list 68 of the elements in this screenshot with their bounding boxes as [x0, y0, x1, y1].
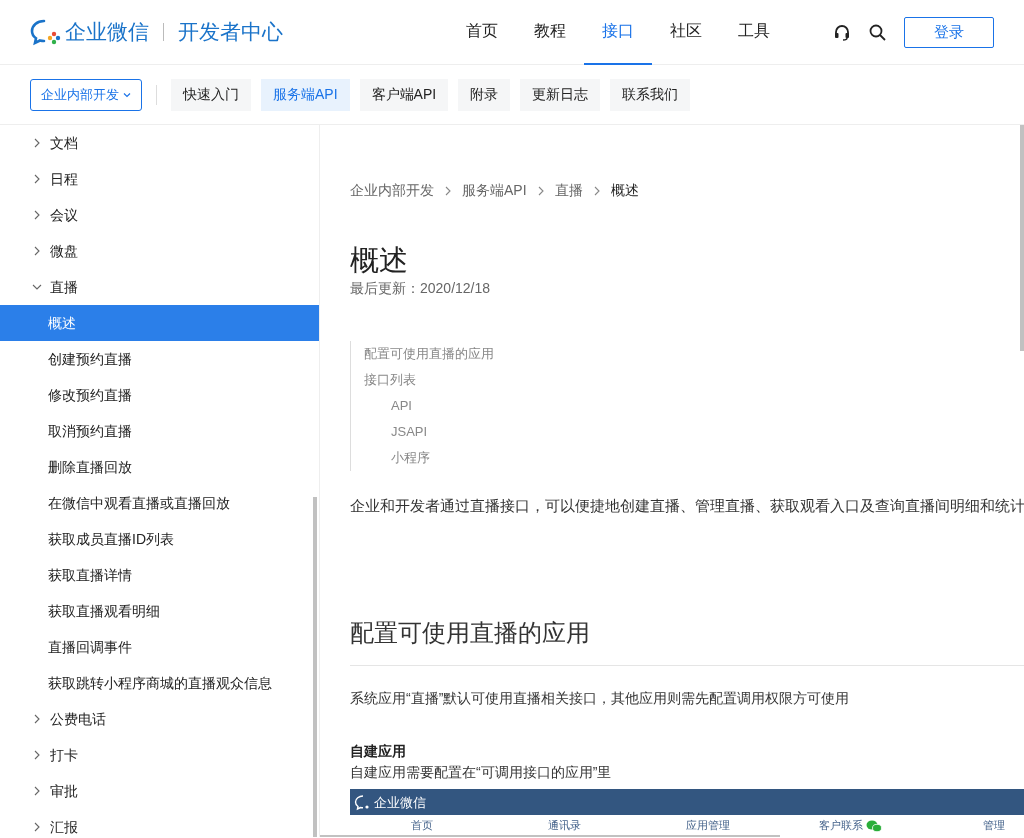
chevron-right-icon — [536, 185, 545, 196]
toc-link[interactable]: API — [391, 397, 412, 413]
toc-link[interactable]: 小程序 — [391, 449, 430, 465]
breadcrumb-item[interactable]: 企业内部开发 — [350, 180, 434, 201]
nav-link[interactable]: 首页 — [448, 0, 516, 65]
chevron-right-icon — [444, 185, 452, 196]
chevron-right-icon — [592, 185, 601, 196]
sidebar-item[interactable]: 打卡 — [50, 744, 78, 766]
headset-icon[interactable] — [833, 23, 851, 41]
tab[interactable]: 联系我们 — [610, 78, 691, 111]
caret-icon — [123, 91, 131, 98]
sidebar-item[interactable]: 获取直播详情 — [0, 557, 319, 593]
sidebar-item[interactable]: 直播回调事件 — [0, 629, 319, 665]
tab[interactable]: 快速入门 — [171, 78, 251, 111]
sidebar-item[interactable]: 在微信中观看直播或直播回放 — [0, 485, 319, 521]
sidebar-item[interactable]: 公费电话 — [50, 708, 106, 730]
chat-bubbles-icon — [866, 818, 882, 832]
paragraph: 企业和开发者通过直播接口，可以便捷地创建直播、管理直播、获取观看入口及查询直播间明细和统计 — [350, 495, 1024, 516]
search-icon[interactable] — [869, 23, 886, 41]
logo-icon — [30, 18, 61, 46]
sidebar-item[interactable]: 修改预约直播 — [0, 377, 319, 413]
toc-link[interactable]: JSAPI — [391, 423, 428, 439]
sidebar-item[interactable]: 汇报 — [50, 816, 78, 837]
sidebar-item[interactable]: 创建预约直播 — [0, 341, 319, 377]
toc-link[interactable]: 配置可使用直播的应用 — [364, 345, 494, 361]
tab[interactable]: 服务端API — [261, 78, 350, 111]
scrollbar[interactable] — [1020, 125, 1024, 351]
update-date: 最后更新：2020/12/18 — [350, 278, 492, 298]
paragraph: 自建应用需要配置在“可调用接口的应用”里 — [350, 763, 613, 783]
nav-link[interactable]: 教程 — [516, 0, 584, 65]
section-heading: 配置可使用直播的应用 — [350, 615, 1024, 667]
toc-link[interactable]: 接口列表 — [364, 371, 416, 387]
nav-link[interactable]: 社区 — [652, 0, 720, 65]
tab[interactable]: 更新日志 — [520, 78, 601, 111]
paragraph: 系统应用“直播”默认可使用直播相关接口，其他应用则需先配置调用权限方可使用 — [350, 689, 851, 709]
app-nav-item[interactable]: 管理 — [982, 819, 1005, 831]
app-nav-item[interactable]: 首页 — [410, 819, 433, 831]
breadcrumb-item[interactable]: 服务端API — [462, 180, 527, 201]
tab[interactable]: 客户端API — [359, 78, 449, 111]
sidebar-item[interactable]: 取消预约直播 — [0, 413, 319, 449]
sidebar-item[interactable]: 日程 — [50, 168, 78, 190]
breadcrumb-item[interactable]: 直播 — [554, 180, 583, 201]
sidebar-item[interactable]: 文档 — [50, 132, 78, 154]
app-nav-item[interactable]: 客户联系 — [819, 819, 863, 831]
login-button[interactable]: 登录 — [904, 16, 994, 48]
section-title: 开发者中心 — [178, 19, 283, 46]
sidebar-item[interactable]: 微盘 — [50, 240, 78, 262]
dropdown-button[interactable]: 企业内部开发 — [30, 78, 142, 111]
nav-link[interactable]: 接口 — [584, 0, 652, 65]
nav-link[interactable]: 工具 — [720, 0, 788, 65]
sidebar-item[interactable]: 会议 — [50, 204, 78, 226]
subheading: 自建应用 — [350, 742, 407, 762]
app-brand-name: 企业微信 — [374, 793, 426, 812]
sidebar-item[interactable]: 获取成员直播ID列表 — [0, 521, 319, 557]
sidebar-item[interactable]: 获取跳转小程序商城的直播观众信息 — [0, 665, 319, 701]
sidebar-item[interactable]: 直播 — [50, 276, 78, 298]
sidebar-item[interactable]: 概述 — [0, 305, 319, 341]
tab[interactable]: 附录 — [458, 78, 511, 111]
app-nav-item[interactable]: 应用管理 — [685, 819, 730, 831]
brand-name: 企业微信 — [65, 19, 149, 46]
page-title: 概述 — [350, 243, 409, 278]
sidebar-item[interactable]: 审批 — [50, 780, 78, 802]
sidebar-item[interactable]: 删除直播回放 — [0, 449, 319, 485]
app-nav-item[interactable]: 通讯录 — [548, 819, 581, 831]
breadcrumb-item: 概述 — [610, 181, 639, 200]
scrollbar[interactable] — [313, 497, 317, 837]
sidebar-item[interactable]: 获取直播观看明细 — [0, 593, 319, 629]
logo-icon — [354, 793, 371, 811]
